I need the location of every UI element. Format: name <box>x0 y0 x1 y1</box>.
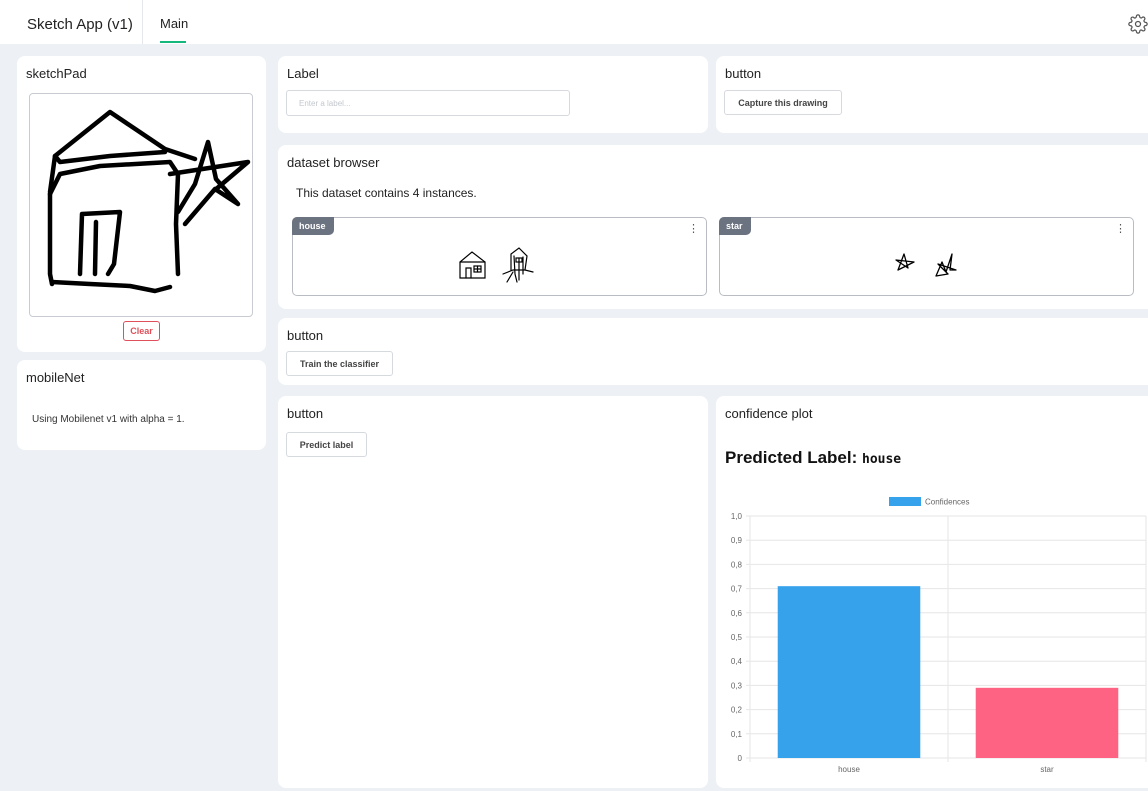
top-bar: Sketch App (v1) Main <box>0 0 1148 44</box>
class-card-star: star ⋮ <box>719 217 1134 296</box>
train-title: button <box>287 328 324 343</box>
x-tick-label: star <box>1040 765 1054 774</box>
bar-star <box>975 687 1119 758</box>
y-tick-label: 0,5 <box>731 633 743 642</box>
label-title: Label <box>287 66 319 81</box>
legend-label: Confidences <box>925 498 969 507</box>
capture-title: button <box>725 66 762 81</box>
dataset-browser-card: dataset browser This dataset contains 4 … <box>278 145 1148 309</box>
app-title: Sketch App (v1) <box>27 16 133 33</box>
capture-card: button Capture this drawing <box>716 56 1148 133</box>
class-card-house: house ⋮ <box>292 217 707 296</box>
sketchpad-card: sketchPad Clear <box>17 56 266 352</box>
dataset-browser-title: dataset browser <box>287 155 380 170</box>
more-options-icon[interactable]: ⋮ <box>688 222 699 235</box>
y-tick-label: 1,0 <box>731 512 743 521</box>
confidence-plot-card: confidence plot Predicted Label: house 0… <box>716 396 1148 788</box>
predicted-label-prefix: Predicted Label: <box>725 448 858 467</box>
train-card: button Train the classifier <box>278 318 1148 385</box>
sketch-canvas[interactable] <box>29 93 253 317</box>
class-label-star: star <box>719 217 751 235</box>
y-tick-label: 0,6 <box>731 609 743 618</box>
gear-icon <box>1128 14 1148 34</box>
x-tick-label: house <box>838 765 860 774</box>
confidence-chart: 0 0,1 0,2 0,3 0,4 0,5 0,6 0,7 0,8 0,9 1,0 house star… <box>731 497 1147 774</box>
y-tick-label: 0,3 <box>731 681 743 690</box>
mobilenet-card: mobileNet Using Mobilenet v1 with alpha … <box>17 360 266 450</box>
y-tick-label: 0,7 <box>731 585 743 594</box>
y-tick-label: 0,4 <box>731 657 743 666</box>
mobilenet-info: Using Mobilenet v1 with alpha = 1. <box>32 414 185 425</box>
label-card: Label <box>278 56 708 133</box>
mobilenet-title: mobileNet <box>26 370 85 385</box>
predict-card: button Predict label <box>278 396 708 788</box>
settings-button[interactable] <box>1128 14 1148 34</box>
active-tab-indicator <box>160 41 186 43</box>
class-label-house: house <box>292 217 334 235</box>
sketch-drawing <box>47 109 251 294</box>
predict-title: button <box>287 406 324 421</box>
more-options-icon[interactable]: ⋮ <box>1115 222 1126 235</box>
predicted-label-heading: Predicted Label: house <box>725 448 901 468</box>
y-tick-label: 0,2 <box>731 706 743 715</box>
header-divider <box>142 0 143 44</box>
house-thumbnail[interactable] <box>457 244 491 284</box>
y-tick-label: 0,9 <box>731 536 743 545</box>
dataset-summary: This dataset contains 4 instances. <box>296 186 477 200</box>
y-tick-label: 0 <box>738 754 743 763</box>
bar-house <box>777 586 921 758</box>
tab-main[interactable]: Main <box>160 16 188 31</box>
label-input[interactable] <box>286 90 570 116</box>
legend-swatch <box>889 497 921 506</box>
y-tick-label: 0,1 <box>731 730 743 739</box>
train-classifier-button[interactable]: Train the classifier <box>286 351 393 376</box>
clear-button[interactable]: Clear <box>123 321 160 341</box>
predicted-label-value: house <box>862 452 902 467</box>
capture-drawing-button[interactable]: Capture this drawing <box>724 90 842 115</box>
predict-label-button[interactable]: Predict label <box>286 432 367 457</box>
y-tick-label: 0,8 <box>731 560 743 569</box>
sketchpad-title: sketchPad <box>26 66 87 81</box>
house-thumbnail[interactable] <box>501 244 535 284</box>
star-thumbnail[interactable] <box>928 244 962 284</box>
confidence-plot-title: confidence plot <box>725 406 813 421</box>
star-thumbnail[interactable] <box>890 244 924 284</box>
